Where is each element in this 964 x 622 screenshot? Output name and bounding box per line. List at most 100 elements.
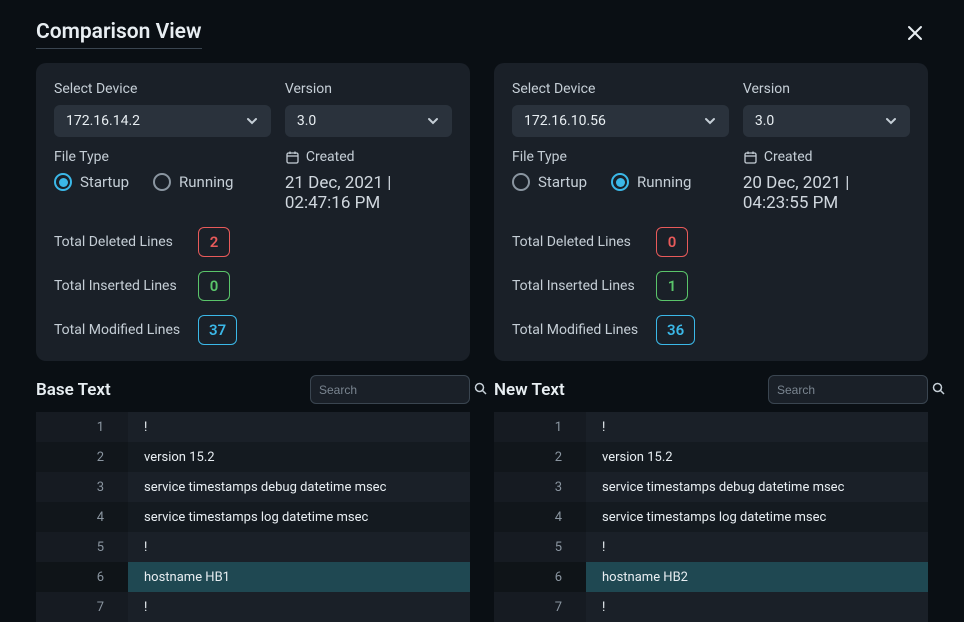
code-content: service timestamps debug datetime msec (586, 472, 928, 502)
stat-deleted-badge: 2 (198, 227, 230, 257)
base-search[interactable] (310, 375, 470, 404)
chevron-down-icon (703, 114, 717, 128)
code-row: 5! (36, 532, 470, 562)
radio-icon (512, 173, 530, 191)
stat-modified: Total Modified Lines 37 (54, 315, 452, 345)
device-label: Select Device (54, 81, 271, 97)
stat-inserted: Total Inserted Lines 0 (54, 271, 452, 301)
radio-icon (54, 173, 72, 191)
radio-startup[interactable]: Startup (512, 173, 587, 191)
close-button[interactable] (902, 20, 928, 49)
chevron-down-icon (245, 114, 259, 128)
code-row: 1! (36, 412, 470, 442)
line-number: 2 (494, 442, 586, 472)
new-search-input[interactable] (777, 383, 932, 397)
code-content: service timestamps log datetime msec (128, 502, 470, 532)
code-content: ! (586, 412, 928, 442)
line-number: 4 (36, 502, 128, 532)
version-select[interactable]: 3.0 (743, 105, 910, 137)
base-text-title: Base Text (36, 380, 111, 400)
file-type-label: File Type (54, 149, 271, 165)
stat-modified-label: Total Modified Lines (512, 322, 642, 338)
code-content: service timestamps log datetime msec (586, 502, 928, 532)
code-content: ! (586, 592, 928, 622)
stat-modified-label: Total Modified Lines (54, 322, 184, 338)
code-row: 5! (494, 532, 928, 562)
line-number: 2 (36, 442, 128, 472)
chevron-down-icon (884, 114, 898, 128)
stat-modified-badge: 37 (198, 315, 237, 345)
config-panels: Select Device 172.16.14.2 Version 3.0 (36, 63, 928, 361)
radio-running[interactable]: Running (153, 173, 233, 191)
line-number: 3 (494, 472, 586, 502)
stat-modified: Total Modified Lines 36 (512, 315, 910, 345)
new-text-title: New Text (494, 380, 565, 400)
code-row: 7! (494, 592, 928, 622)
stat-deleted-label: Total Deleted Lines (54, 234, 184, 250)
version-label: Version (285, 81, 452, 97)
code-row: 2version 15.2 (494, 442, 928, 472)
radio-running-label: Running (179, 173, 233, 191)
stat-inserted-badge: 1 (656, 271, 688, 301)
version-select[interactable]: 3.0 (285, 105, 452, 137)
stat-inserted-label: Total Inserted Lines (54, 278, 184, 294)
left-panel: Select Device 172.16.14.2 Version 3.0 (36, 63, 470, 361)
code-row: 6hostname HB1 (36, 562, 470, 592)
line-number: 5 (494, 532, 586, 562)
code-row: 1! (494, 412, 928, 442)
comparison-modal: Comparison View Select Device 172.16.14.… (0, 0, 964, 622)
code-row: 4service timestamps log datetime msec (494, 502, 928, 532)
code-content: ! (586, 532, 928, 562)
line-number: 4 (494, 502, 586, 532)
version-value: 3.0 (755, 113, 774, 129)
stat-inserted-label: Total Inserted Lines (512, 278, 642, 294)
code-row: 4service timestamps log datetime msec (36, 502, 470, 532)
line-number: 6 (494, 562, 586, 592)
code-content: version 15.2 (586, 442, 928, 472)
stat-deleted-label: Total Deleted Lines (512, 234, 642, 250)
file-type-label: File Type (512, 149, 729, 165)
base-search-input[interactable] (319, 383, 474, 397)
file-type-radios: Startup Running (54, 173, 271, 191)
line-number: 1 (494, 412, 586, 442)
code-row: 2version 15.2 (36, 442, 470, 472)
created-label: Created (743, 149, 910, 165)
device-select[interactable]: 172.16.10.56 (512, 105, 729, 137)
line-number: 3 (36, 472, 128, 502)
device-label: Select Device (512, 81, 729, 97)
radio-running[interactable]: Running (611, 173, 691, 191)
line-number: 5 (36, 532, 128, 562)
version-value: 3.0 (297, 113, 316, 129)
right-panel: Select Device 172.16.10.56 Version 3.0 (494, 63, 928, 361)
stat-deleted: Total Deleted Lines 0 (512, 227, 910, 257)
created-value: 20 Dec, 2021 | 04:23:55 PM (743, 173, 910, 213)
created-label: Created (285, 149, 452, 165)
device-select[interactable]: 172.16.14.2 (54, 105, 271, 137)
radio-startup-label: Startup (80, 173, 129, 191)
base-text-section: Base Text 1!2version 15.23service timest… (36, 375, 470, 622)
chevron-down-icon (426, 114, 440, 128)
line-number: 7 (36, 592, 128, 622)
stat-deleted-badge: 0 (656, 227, 688, 257)
device-value: 172.16.14.2 (66, 113, 140, 129)
search-icon (932, 380, 945, 399)
code-content: hostname HB1 (128, 562, 470, 592)
new-text-section: New Text 1!2version 15.23service timesta… (494, 375, 928, 622)
radio-icon (611, 173, 629, 191)
calendar-icon (743, 150, 758, 165)
line-number: 6 (36, 562, 128, 592)
code-content: ! (128, 412, 470, 442)
base-code-table: 1!2version 15.23service timestamps debug… (36, 412, 470, 622)
search-icon (474, 380, 487, 399)
new-search[interactable] (768, 375, 928, 404)
line-number: 1 (36, 412, 128, 442)
stat-modified-badge: 36 (656, 315, 695, 345)
code-content: ! (128, 592, 470, 622)
radio-startup-label: Startup (538, 173, 587, 191)
device-value: 172.16.10.56 (524, 113, 606, 129)
stat-inserted: Total Inserted Lines 1 (512, 271, 910, 301)
radio-icon (153, 173, 171, 191)
radio-startup[interactable]: Startup (54, 173, 129, 191)
code-row: 3service timestamps debug datetime msec (36, 472, 470, 502)
diff-sections: Base Text 1!2version 15.23service timest… (36, 375, 928, 622)
